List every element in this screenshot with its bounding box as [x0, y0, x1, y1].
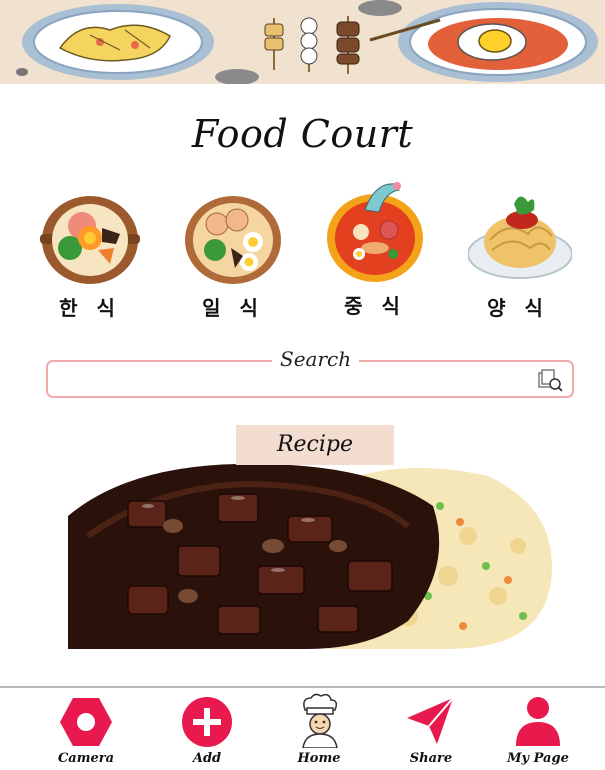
user-icon	[516, 697, 560, 746]
category-label: 한 식	[59, 296, 121, 320]
category-label: 중 식	[344, 294, 406, 318]
bottom-navigation: Camera Add Home Share My Page	[0, 686, 605, 770]
nav-label: Home	[297, 751, 341, 766]
search-field: Search	[46, 347, 574, 398]
search-icon[interactable]	[538, 368, 564, 396]
nav-home[interactable]: Home	[276, 693, 362, 768]
category-japanese[interactable]: 일 식	[183, 190, 283, 330]
nav-label: My Page	[507, 751, 569, 766]
camera-icon	[60, 698, 112, 746]
jjamppong-icon	[327, 182, 423, 282]
category-label: 양 식	[487, 296, 549, 320]
nav-label: Add	[192, 751, 222, 766]
spaghetti-icon	[468, 196, 572, 279]
nav-my-page[interactable]: My Page	[495, 696, 581, 768]
search-label: Search	[272, 347, 360, 371]
category-korean[interactable]: 한 식	[40, 190, 140, 330]
nav-add[interactable]: Add	[164, 696, 250, 768]
category-label: 일 식	[202, 296, 264, 320]
recipe-label: Recipe	[236, 425, 394, 465]
recipe-image[interactable]	[68, 446, 552, 649]
food-banner-illustration	[16, 0, 598, 84]
bibimbap-icon	[40, 196, 140, 284]
nav-share[interactable]: Share	[388, 696, 474, 768]
nav-camera[interactable]: Camera	[43, 696, 129, 768]
add-icon	[182, 697, 232, 747]
chef-icon	[302, 693, 338, 748]
ramen-icon	[185, 196, 281, 284]
category-western[interactable]: 양 식	[468, 190, 572, 330]
header-banner	[0, 0, 605, 84]
category-chinese[interactable]: 중 식	[325, 182, 425, 330]
share-icon	[407, 697, 454, 744]
app-title: Food Court	[191, 112, 414, 156]
nav-label: Share	[409, 751, 453, 766]
nav-label: Camera	[57, 751, 115, 766]
